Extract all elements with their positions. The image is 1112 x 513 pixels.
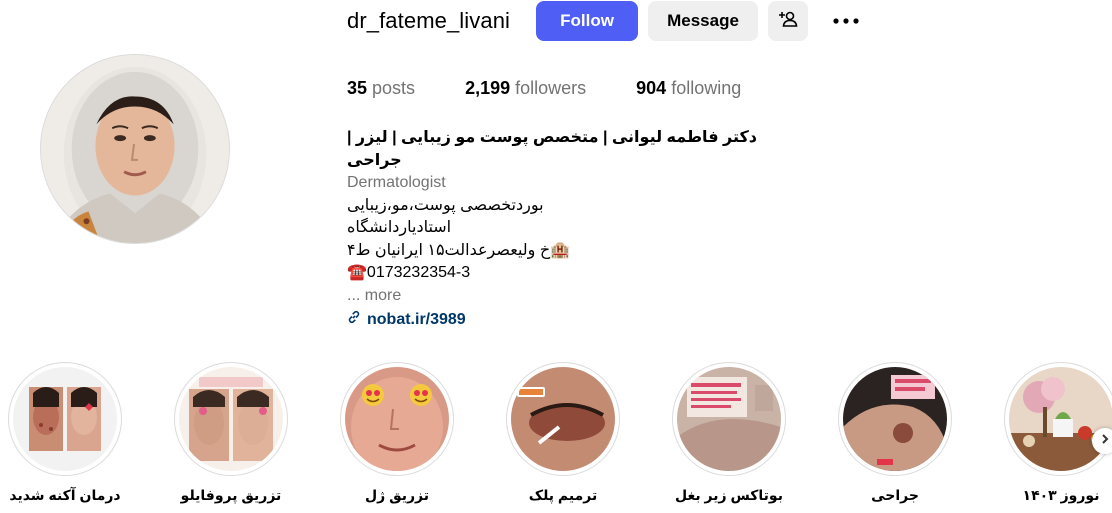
bio-category: Dermatologist bbox=[347, 174, 446, 191]
bio-line-phone: ☎️0173232354-3 bbox=[347, 264, 471, 281]
followers-count: 2,199 bbox=[465, 78, 511, 98]
highlight-cover-image bbox=[13, 367, 117, 471]
link-icon bbox=[347, 309, 361, 332]
story-highlights: درمان آکنه شدید تزریق پروفایلو تزریق ژل … bbox=[0, 362, 1112, 513]
avatar-image bbox=[41, 55, 229, 243]
highlight-cover-image bbox=[677, 367, 781, 471]
highlight-item[interactable]: تزریق پروفایلو bbox=[169, 362, 293, 504]
bio-full-name: دکتر فاطمه لیوانی | متخصص پوست مو زیبایی… bbox=[347, 129, 757, 169]
highlight-item[interactable]: جراحی bbox=[833, 362, 957, 504]
bio-external-link[interactable]: nobat.ir/3989 bbox=[347, 309, 787, 332]
bio-more-link[interactable]: ... more bbox=[347, 285, 787, 308]
following-stat[interactable]: 904 following bbox=[636, 78, 741, 99]
bio-link-text: nobat.ir/3989 bbox=[367, 311, 466, 328]
highlight-label: ترمیم پلک bbox=[528, 487, 598, 503]
suggest-accounts-button[interactable] bbox=[768, 1, 809, 41]
highlight-cover-image bbox=[843, 367, 947, 471]
highlight-cover-image bbox=[179, 367, 283, 471]
follow-button[interactable]: Follow bbox=[536, 1, 639, 41]
posts-label: posts bbox=[372, 78, 416, 98]
followers-stat[interactable]: 2,199 followers bbox=[465, 78, 586, 99]
followers-label: followers bbox=[515, 78, 587, 98]
following-count: 904 bbox=[636, 78, 667, 98]
highlight-cover-image bbox=[1009, 367, 1112, 471]
highlight-item[interactable]: ترمیم پلک bbox=[501, 362, 625, 504]
posts-count: 35 bbox=[347, 78, 368, 98]
bio-line-position: استادیاردانشگاه bbox=[347, 219, 452, 236]
profile-avatar[interactable] bbox=[40, 54, 230, 244]
highlight-item[interactable]: بوتاکس زیر بغل bbox=[667, 362, 791, 504]
more-options-button[interactable] bbox=[826, 1, 866, 41]
highlight-label: تزریق پروفایلو bbox=[180, 487, 282, 503]
highlight-item[interactable]: درمان آکنه شدید bbox=[3, 362, 127, 504]
highlight-label: تزریق ژل bbox=[365, 487, 429, 503]
profile-stats: 35 posts 2,199 followers 904 following bbox=[347, 78, 791, 99]
person-add-icon bbox=[778, 9, 798, 34]
highlight-cover-image bbox=[511, 367, 615, 471]
posts-stat: 35 posts bbox=[347, 78, 415, 99]
message-button[interactable]: Message bbox=[648, 1, 759, 41]
profile-bio: دکتر فاطمه لیوانی | متخصص پوست مو زیبایی… bbox=[347, 127, 787, 332]
chevron-right-icon bbox=[1099, 432, 1111, 450]
highlights-next-button[interactable] bbox=[1092, 428, 1112, 454]
highlight-label: درمان آکنه شدید bbox=[9, 487, 121, 503]
bio-line-specialty: بوردتخصصی پوست،مو،زیبایی bbox=[347, 196, 544, 214]
bio-line-address: 🏨خ ولیعصرعدالت۱۵ ایرانیان ط۴ bbox=[347, 241, 571, 259]
more-options-icon bbox=[832, 12, 860, 30]
highlight-label: بوتاکس زیر بغل bbox=[675, 487, 783, 503]
highlight-label: جراحی bbox=[871, 487, 919, 503]
following-label: following bbox=[671, 78, 742, 98]
highlight-cover-image bbox=[345, 367, 449, 471]
highlight-label: نوروز ۱۴۰۳ bbox=[1022, 487, 1100, 503]
username: dr_fateme_livani bbox=[347, 8, 511, 33]
profile-header: dr_fateme_livani Follow Message bbox=[347, 0, 866, 42]
highlight-item[interactable]: تزریق ژل bbox=[335, 362, 459, 504]
